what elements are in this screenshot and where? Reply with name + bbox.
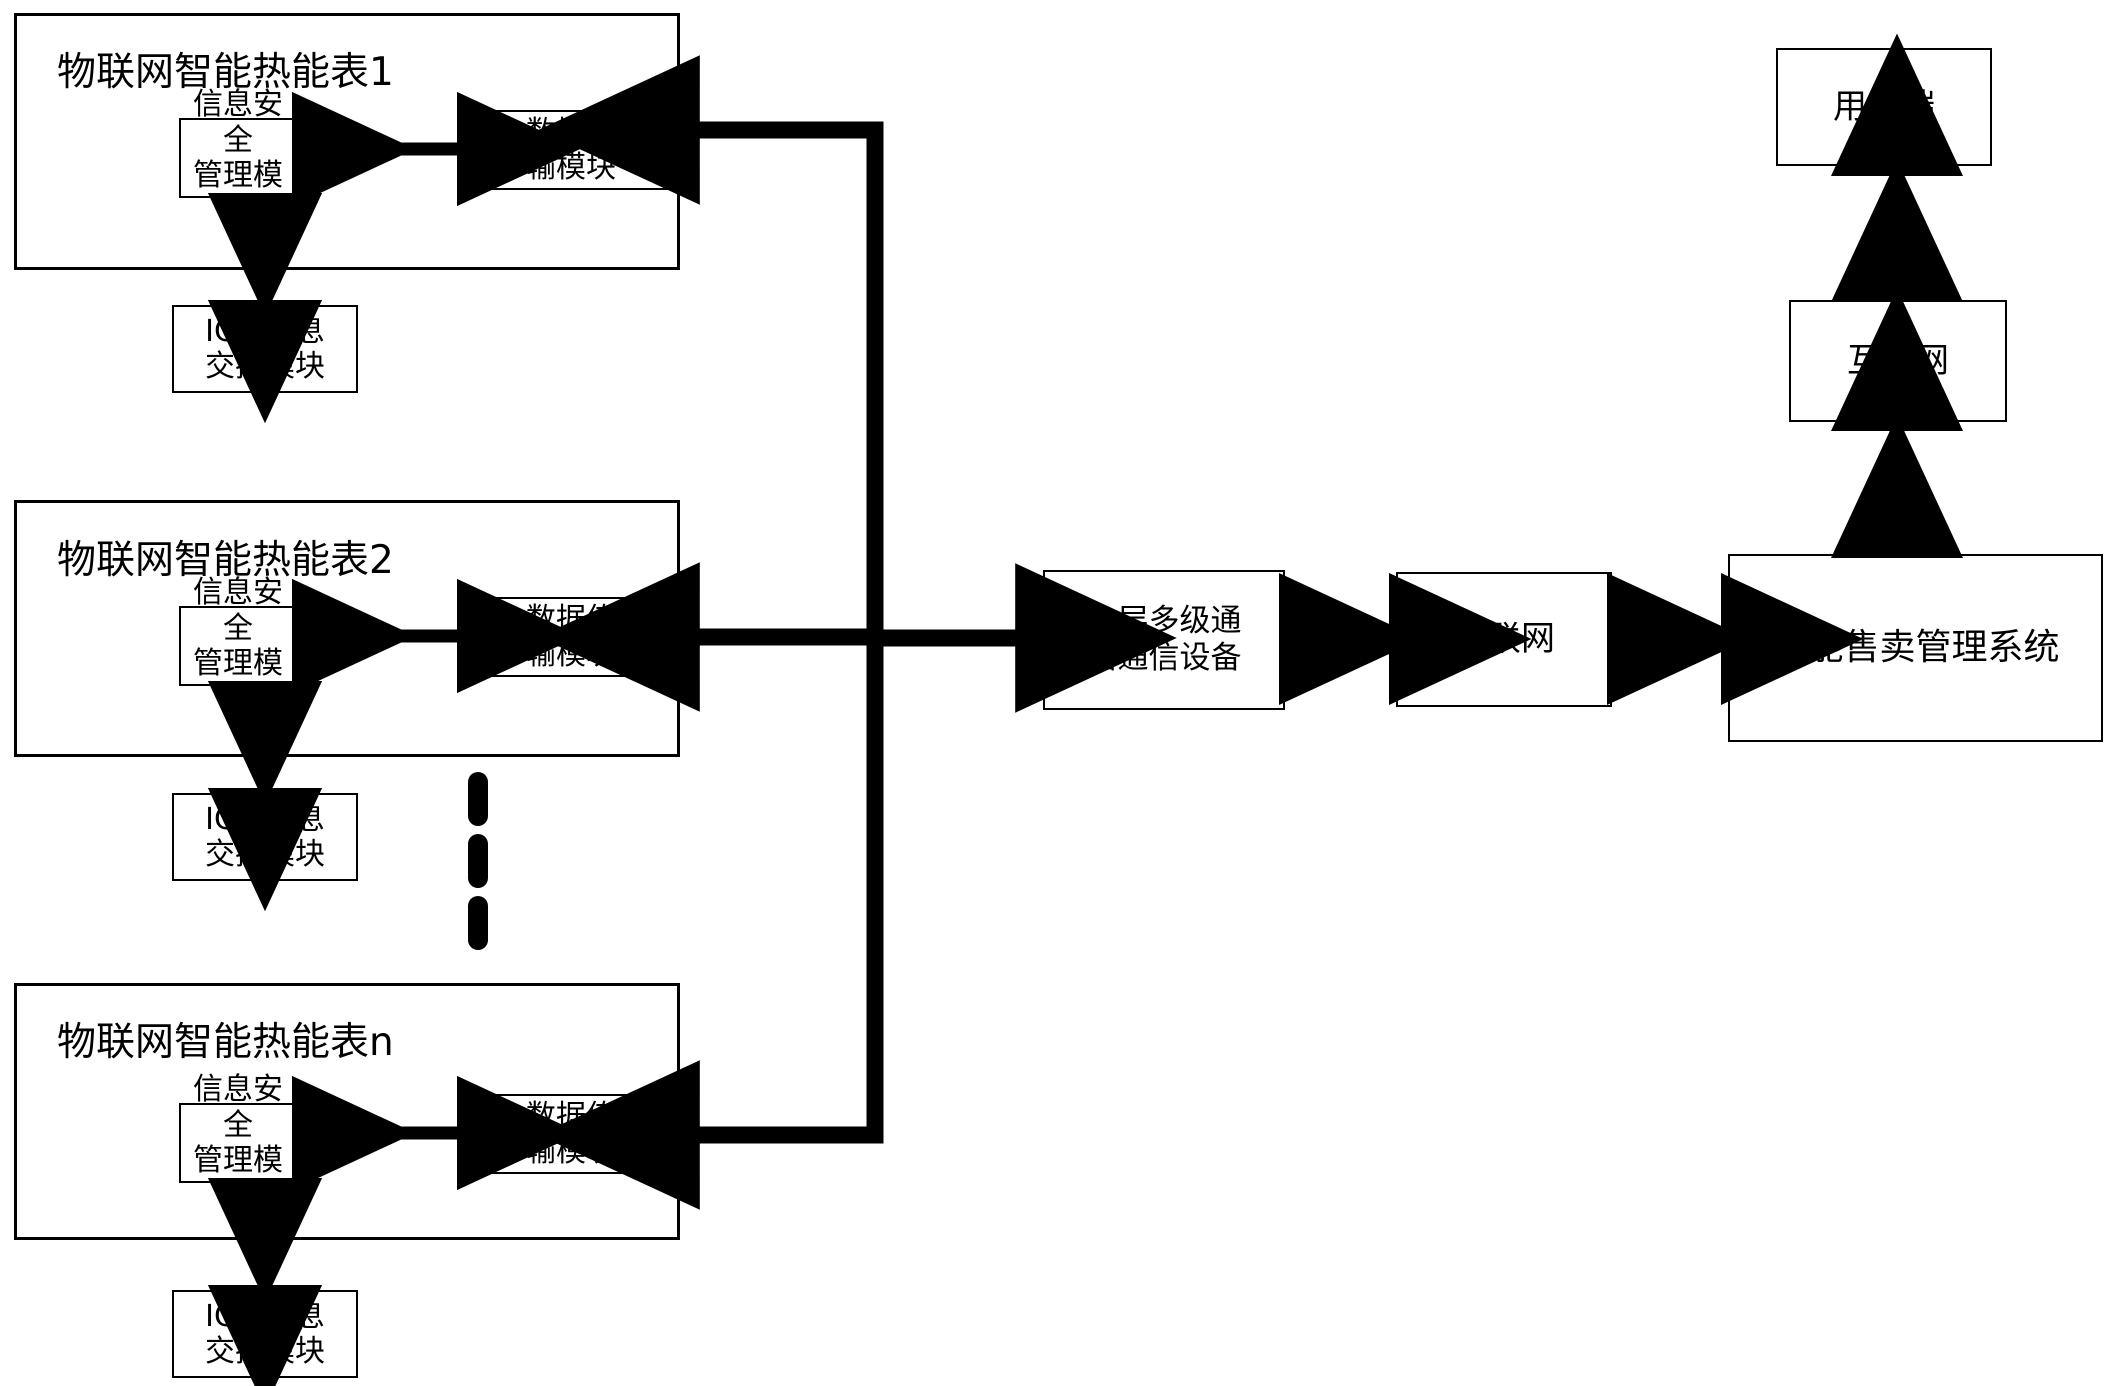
- heat-energy-sales-management-system: 热能售卖管理系统: [1728, 554, 2103, 742]
- meter-1-security-module: 信息安全 管理模块: [179, 87, 297, 228]
- meter-1-ic-card-module: IC卡信息 交换模块: [172, 305, 358, 393]
- meter-n-ic-card-module: IC卡信息 交换模块: [172, 1290, 358, 1378]
- internet-lower: 互联网: [1396, 572, 1612, 707]
- client-terminal: 用户端: [1776, 48, 1992, 166]
- diagram-canvas: 物联网智能热能表1 信息安全 管理模块 数据传 输模块 IC卡信息 交换模块 物…: [0, 0, 2113, 1386]
- meter-n-title: 物联网智能热能表n: [57, 1020, 394, 1065]
- upper-communication-device: 上层多级通 信通信设备: [1043, 570, 1285, 710]
- internet-upper: 互联网: [1789, 300, 2007, 422]
- meter-2-transmission-module: 数据传 输模块: [462, 597, 680, 677]
- meter-2-ic-card-module: IC卡信息 交换模块: [172, 793, 358, 881]
- meter-2-security-module: 信息安全 管理模块: [179, 575, 297, 716]
- meter-1-transmission-module: 数据传 输模块: [462, 110, 680, 190]
- meter-n-security-module: 信息安全 管理模块: [179, 1072, 297, 1213]
- meter-n-transmission-module: 数据传 输模块: [462, 1094, 680, 1174]
